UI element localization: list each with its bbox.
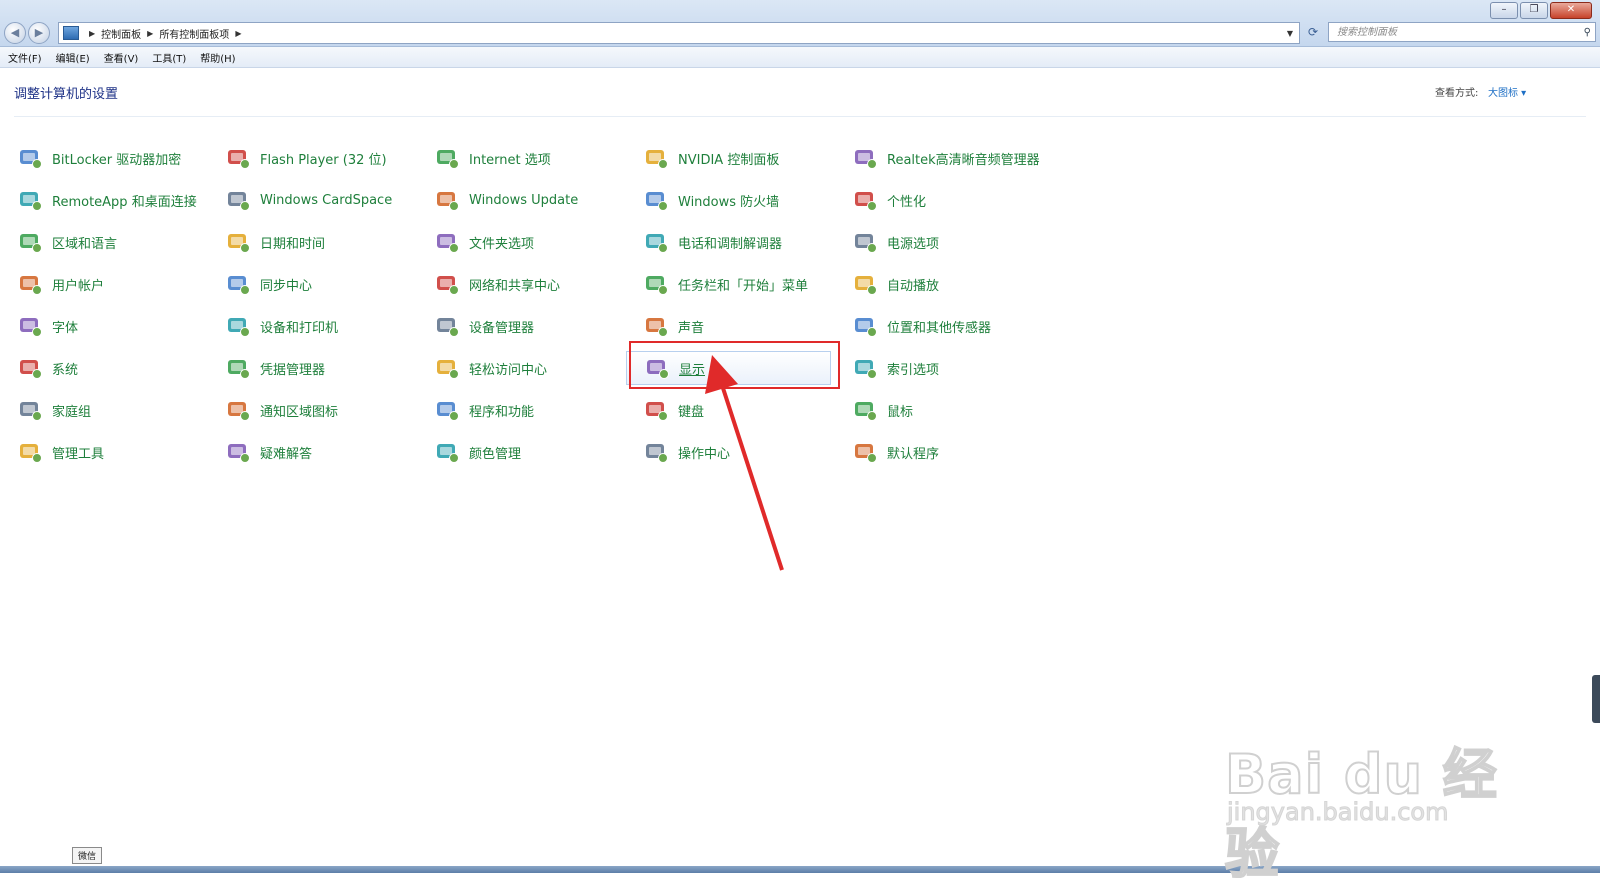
baidu-watermark: Bai du 经验 jingyan.baidu.com [1224, 700, 1515, 886]
watermark-url: jingyan.baidu.com [1226, 798, 1449, 827]
wechat-tooltip: 微信 [72, 847, 103, 864]
side-handle[interactable] [1592, 675, 1600, 723]
